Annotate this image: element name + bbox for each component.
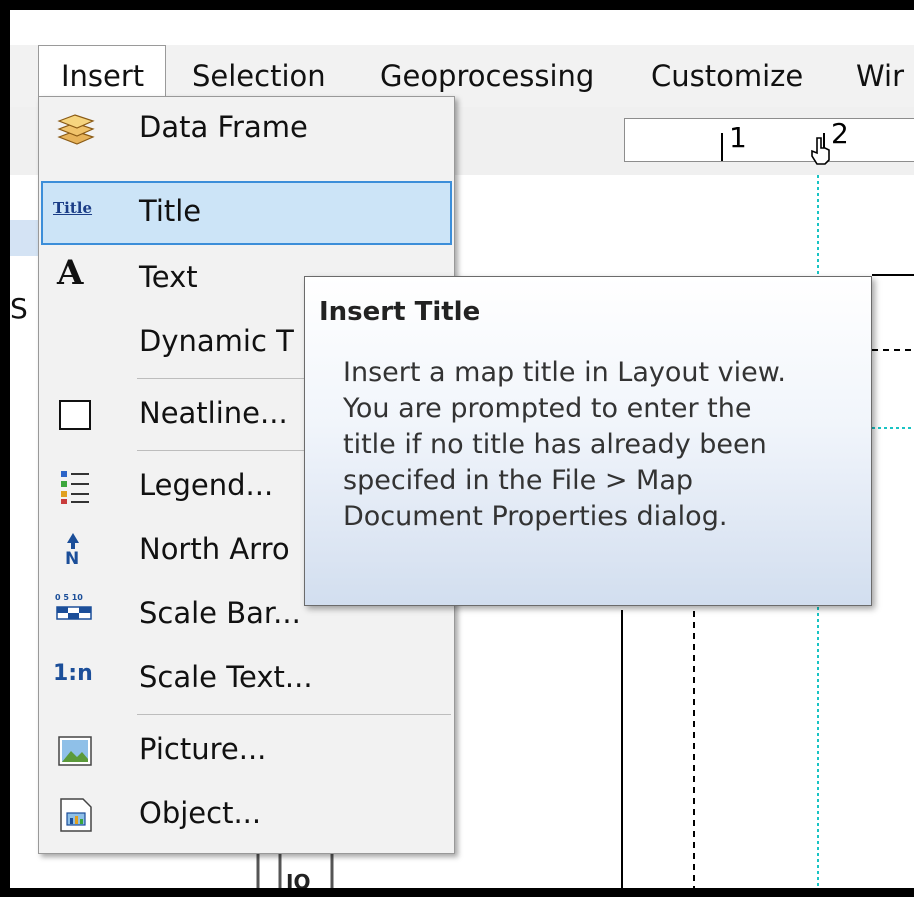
scale-bar-icon xyxy=(56,606,92,620)
menu-item-label: North Arro xyxy=(139,532,290,566)
tooltip-line: Document Properties dialog. xyxy=(343,501,728,532)
data-frame-icon xyxy=(57,114,95,145)
tooltip-line: title if no title has already been xyxy=(343,429,767,460)
tooltip-body: Insert a map title in Layout view. You a… xyxy=(343,355,863,535)
title-icon: Title xyxy=(53,199,93,217)
menu-item-label: Scale Bar... xyxy=(139,596,301,630)
menu-item-data-frame[interactable]: Data Frame xyxy=(41,97,452,161)
menu-item-label: Title xyxy=(139,194,202,228)
tooltip-line: You are prompted to enter the xyxy=(343,393,752,424)
menu-item-object[interactable]: Object... xyxy=(41,783,452,847)
background-text-fragment: IO xyxy=(286,870,311,888)
north-arrow-letter: N xyxy=(65,549,80,569)
menu-separator xyxy=(137,714,451,715)
menu-item-label: Picture... xyxy=(139,732,267,766)
app-window: P U S A T N E G Insert Selection Geoproc… xyxy=(10,10,914,888)
menu-item-scale-text[interactable]: 1:n Scale Text... xyxy=(41,647,452,711)
menu-item-label: Neatline... xyxy=(139,396,288,430)
tooltip-title: Insert Title xyxy=(319,297,481,327)
text-icon: A xyxy=(57,253,84,293)
menu-item-label: Text xyxy=(139,260,198,294)
menu-item-label: Scale Text... xyxy=(139,660,313,694)
object-icon xyxy=(60,798,92,832)
neatline-icon xyxy=(59,400,91,430)
scale-text-icon: 1:n xyxy=(53,661,93,686)
tooltip-line: specifed in the File > Map xyxy=(343,465,694,496)
menu-item-label: Object... xyxy=(139,796,262,830)
tooltip-line: Insert a map title in Layout view. xyxy=(343,357,786,388)
menu-item-title[interactable]: Title Title xyxy=(41,181,452,245)
menu-item-label: Legend... xyxy=(139,468,274,502)
menu-item-picture[interactable]: Picture... xyxy=(41,719,452,783)
legend-icon xyxy=(61,471,89,504)
menu-item-label: Dynamic T xyxy=(139,324,294,358)
insert-title-tooltip: Insert Title Insert a map title in Layou… xyxy=(304,276,872,606)
picture-icon xyxy=(58,736,92,766)
menu-item-label: Data Frame xyxy=(139,110,308,144)
